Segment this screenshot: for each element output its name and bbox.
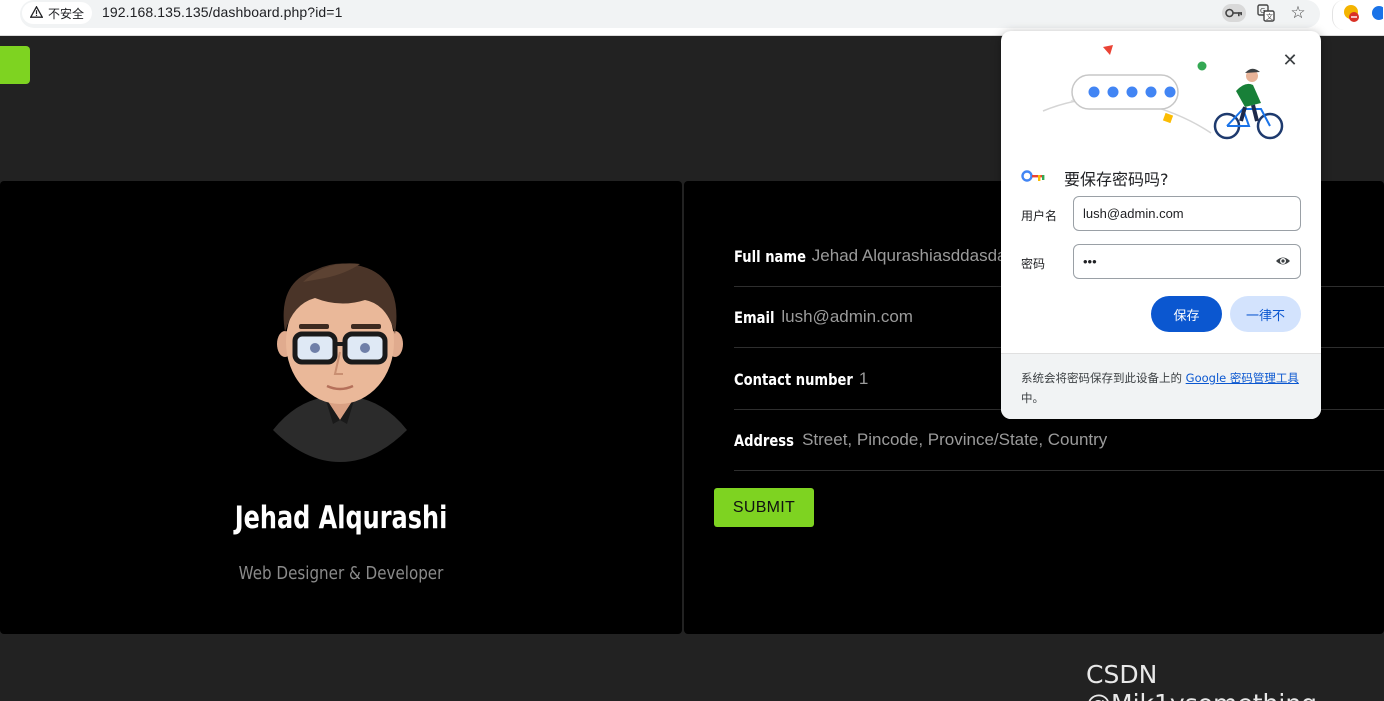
url-text[interactable]: 192.168.135.135/dashboard.php?id=1: [102, 4, 342, 20]
submit-button[interactable]: SUBMIT: [714, 488, 814, 527]
cyclist-illustration: [1042, 45, 1284, 140]
password-key-icon[interactable]: [1222, 4, 1246, 22]
username-field[interactable]: lush@admin.com: [1073, 196, 1301, 231]
star-icon[interactable]: ☆: [1287, 3, 1309, 22]
footer-suffix: 中。: [1021, 391, 1044, 405]
security-label: 不安全: [48, 6, 85, 21]
save-button[interactable]: 保存: [1151, 296, 1222, 332]
svg-text:文: 文: [1266, 12, 1273, 21]
footer-prefix: 系统会将密码保存到此设备上的: [1021, 371, 1186, 385]
google-key-icon: [1021, 170, 1045, 182]
never-button[interactable]: 一律不: [1230, 296, 1301, 332]
form-row-address: Address Street, Pincode, Province/State,…: [734, 410, 1384, 471]
full-name-input[interactable]: Jehad Alqurashiasddasdasd: [812, 246, 1025, 266]
translate-icon[interactable]: G文: [1255, 4, 1277, 22]
svg-text:G: G: [1260, 7, 1265, 15]
address-label: Address: [734, 430, 794, 450]
email-label: Email: [734, 307, 775, 327]
dialog-footer: 系统会将密码保存到此设备上的 Google 密码管理工具中。: [1001, 353, 1321, 419]
warning-icon: [29, 4, 44, 21]
username-value: lush@admin.com: [1083, 206, 1184, 221]
menu-toggle-button[interactable]: [0, 46, 30, 84]
watermark: CSDN @Mik1ysomething: [1086, 660, 1317, 701]
profile-role: Web Designer & Developer: [238, 563, 444, 584]
password-value: •••: [1083, 254, 1097, 269]
full-name-label: Full name: [734, 246, 806, 266]
email-input[interactable]: lush@admin.com: [781, 307, 913, 327]
close-icon[interactable]: ✕: [1279, 49, 1301, 71]
footer-text: 系统会将密码保存到此设备上的 Google 密码管理工具中。: [1021, 368, 1306, 408]
profile-name: Jehad Alqurashi: [234, 500, 448, 536]
password-field[interactable]: •••: [1073, 244, 1301, 279]
address-input[interactable]: Street, Pincode, Province/State, Country: [802, 430, 1107, 450]
avatar: [273, 263, 407, 462]
username-label: 用户名: [1021, 209, 1058, 223]
save-password-dialog: ✕ 要保存密码吗? 用户名 lush@admin.com 密码 ••• 保存 一…: [1001, 31, 1321, 419]
extension-area[interactable]: [1332, 0, 1384, 30]
password-manager-link[interactable]: Google 密码管理工具: [1186, 371, 1299, 385]
dialog-title: 要保存密码吗?: [1064, 170, 1169, 189]
contact-number-label: Contact number: [734, 369, 853, 389]
security-chip[interactable]: 不安全: [22, 2, 93, 24]
password-label: 密码: [1021, 257, 1046, 271]
eye-icon[interactable]: [1275, 254, 1291, 268]
contact-number-input[interactable]: 1: [859, 369, 868, 389]
